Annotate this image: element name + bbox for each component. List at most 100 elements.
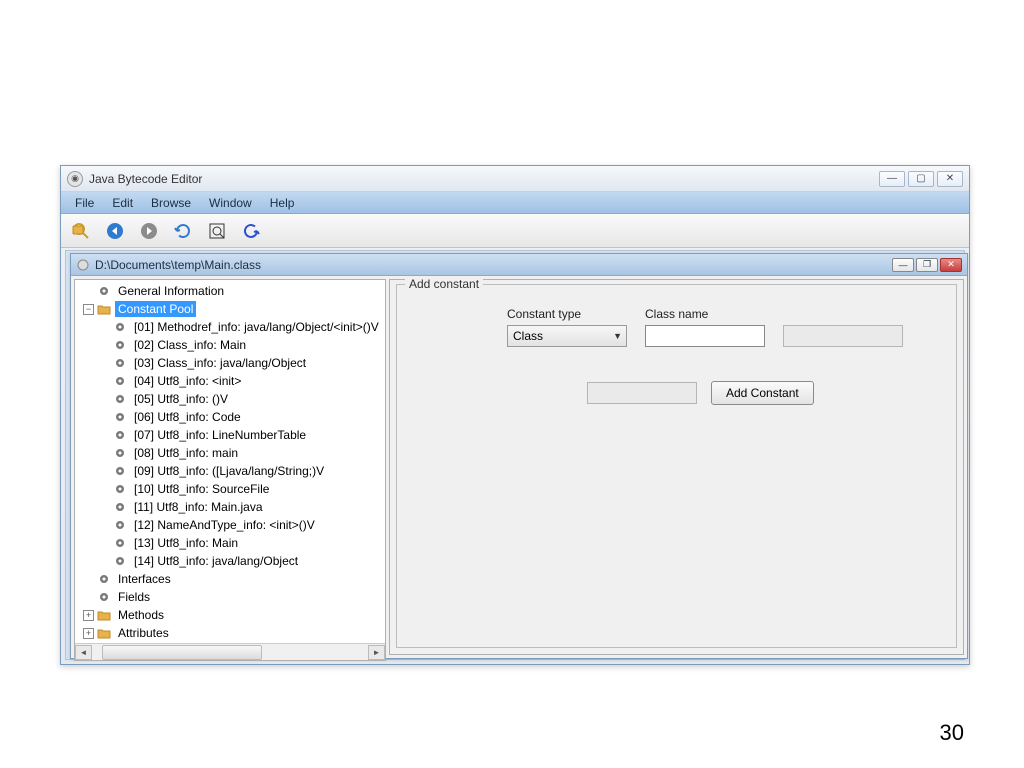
tree-node[interactable]: [11] Utf8_info: Main.java [75,498,385,516]
tree-node-label: [06] Utf8_info: Code [131,409,244,425]
tree-node-label: [09] Utf8_info: ([Ljava/lang/String;)V [131,463,327,479]
document-titlebar[interactable]: D:\Documents\temp\Main.class — ❐ ✕ [71,254,967,276]
chevron-down-icon: ▼ [613,331,622,341]
tree-node[interactable]: [12] NameAndType_info: <init>()V [75,516,385,534]
collapse-icon[interactable]: − [83,304,94,315]
doc-close-button[interactable]: ✕ [940,258,962,272]
tree-node-label: [01] Methodref_info: java/lang/Object/<i… [131,319,382,335]
add-constant-group: Add constant Constant type Class name Cl… [396,284,957,648]
menubar: File Edit Browse Window Help [61,192,969,214]
tree-node-label: [08] Utf8_info: main [131,445,241,461]
tree-node[interactable]: [08] Utf8_info: main [75,444,385,462]
tree-node-label: [03] Class_info: java/lang/Object [131,355,309,371]
tree-node[interactable]: [10] Utf8_info: SourceFile [75,480,385,498]
titlebar[interactable]: ◉ Java Bytecode Editor — ▢ ✕ [61,166,969,192]
group-title: Add constant [405,277,483,291]
gear-icon [97,572,111,586]
class-name-input[interactable] [645,325,765,347]
doc-restore-button[interactable]: ❐ [916,258,938,272]
close-button[interactable]: ✕ [937,171,963,187]
tree-node-label: Fields [115,589,153,605]
tree-node-label: General Information [115,283,227,299]
reload-icon[interactable] [237,218,265,244]
tree-node[interactable]: Interfaces [75,570,385,588]
tree-node[interactable]: Fields [75,588,385,606]
menu-browse[interactable]: Browse [143,194,199,212]
expand-icon[interactable]: + [83,610,94,621]
tree-node[interactable]: [07] Utf8_info: LineNumberTable [75,426,385,444]
expand-icon[interactable]: + [83,628,94,639]
tree-node[interactable]: [03] Class_info: java/lang/Object [75,354,385,372]
tree-node-label: [10] Utf8_info: SourceFile [131,481,272,497]
gear-icon [113,554,127,568]
menu-file[interactable]: File [67,194,102,212]
tree-node-label: Constant Pool [115,301,196,317]
tree-node[interactable]: General Information [75,282,385,300]
tree-node[interactable]: + Attributes [75,624,385,642]
gear-icon [113,338,127,352]
window-controls: — ▢ ✕ [879,171,963,187]
scroll-left-button[interactable]: ◄ [75,645,92,660]
tree-node[interactable]: [14] Utf8_info: java/lang/Object [75,552,385,570]
folder-icon [97,608,111,622]
folder-icon [97,626,111,640]
tree-node[interactable]: [13] Utf8_info: Main [75,534,385,552]
menu-window[interactable]: Window [201,194,260,212]
tree-node[interactable]: [01] Methodref_info: java/lang/Object/<i… [75,318,385,336]
gear-icon [113,500,127,514]
menu-edit[interactable]: Edit [104,194,141,212]
scroll-right-button[interactable]: ► [368,645,385,660]
gear-icon [113,428,127,442]
add-constant-button[interactable]: Add Constant [711,381,814,405]
inspect-icon[interactable] [203,218,231,244]
document-body: General Information − Constant Pool [01] Me… [71,276,967,658]
tree-node-label: [04] Utf8_info: <init> [131,373,244,389]
tree-node-label: [12] NameAndType_info: <init>()V [131,517,318,533]
form-labels-row: Constant type Class name [507,307,765,321]
document-icon [76,258,90,272]
gear-icon [113,536,127,550]
horizontal-scrollbar[interactable]: ◄ ► [75,643,385,660]
tree-node-label: Attributes [115,625,172,641]
tree-node[interactable]: [02] Class_info: Main [75,336,385,354]
gear-icon [97,590,111,604]
tree-node[interactable]: + Methods [75,606,385,624]
back-icon[interactable] [101,218,129,244]
app-window: ◉ Java Bytecode Editor — ▢ ✕ File Edit B… [60,165,970,665]
toolbar [61,214,969,248]
open-icon[interactable] [67,218,95,244]
scroll-thumb[interactable] [102,645,262,660]
minimize-button[interactable]: — [879,171,905,187]
app-icon: ◉ [67,171,83,187]
doc-minimize-button[interactable]: — [892,258,914,272]
gear-icon [113,482,127,496]
tree-node-label: Interfaces [115,571,174,587]
tree-node[interactable]: − Constant Pool [75,300,385,318]
gear-icon [113,374,127,388]
gear-icon [113,518,127,532]
tree-node[interactable]: [05] Utf8_info: ()V [75,390,385,408]
tree-viewport[interactable]: General Information − Constant Pool [01] Me… [75,280,385,643]
detail-panel: Add constant Constant type Class name Cl… [389,279,964,655]
bottom-row: Add Constant [587,381,814,405]
tree-node-label: [02] Class_info: Main [131,337,249,353]
tree-node-label: [14] Utf8_info: java/lang/Object [131,553,301,569]
label-constant-type: Constant type [507,307,627,321]
gear-icon [113,320,127,334]
forward-icon[interactable] [135,218,163,244]
menu-help[interactable]: Help [262,194,303,212]
tree-node[interactable]: [04] Utf8_info: <init> [75,372,385,390]
tree-node-label: [11] Utf8_info: Main.java [131,499,266,515]
tree-node[interactable]: [06] Utf8_info: Code [75,408,385,426]
form-inputs-row: Class ▼ [507,325,903,347]
maximize-button[interactable]: ▢ [908,171,934,187]
refresh-icon[interactable] [169,218,197,244]
tree-node-label: Methods [115,607,167,623]
tree-node-label: [05] Utf8_info: ()V [131,391,231,407]
constant-type-value: Class [513,329,543,343]
aux-input-disabled [587,382,697,404]
tree-node[interactable]: [09] Utf8_info: ([Ljava/lang/String;)V [75,462,385,480]
constant-type-combo[interactable]: Class ▼ [507,325,627,347]
gear-icon [113,410,127,424]
scroll-track[interactable] [92,645,368,660]
